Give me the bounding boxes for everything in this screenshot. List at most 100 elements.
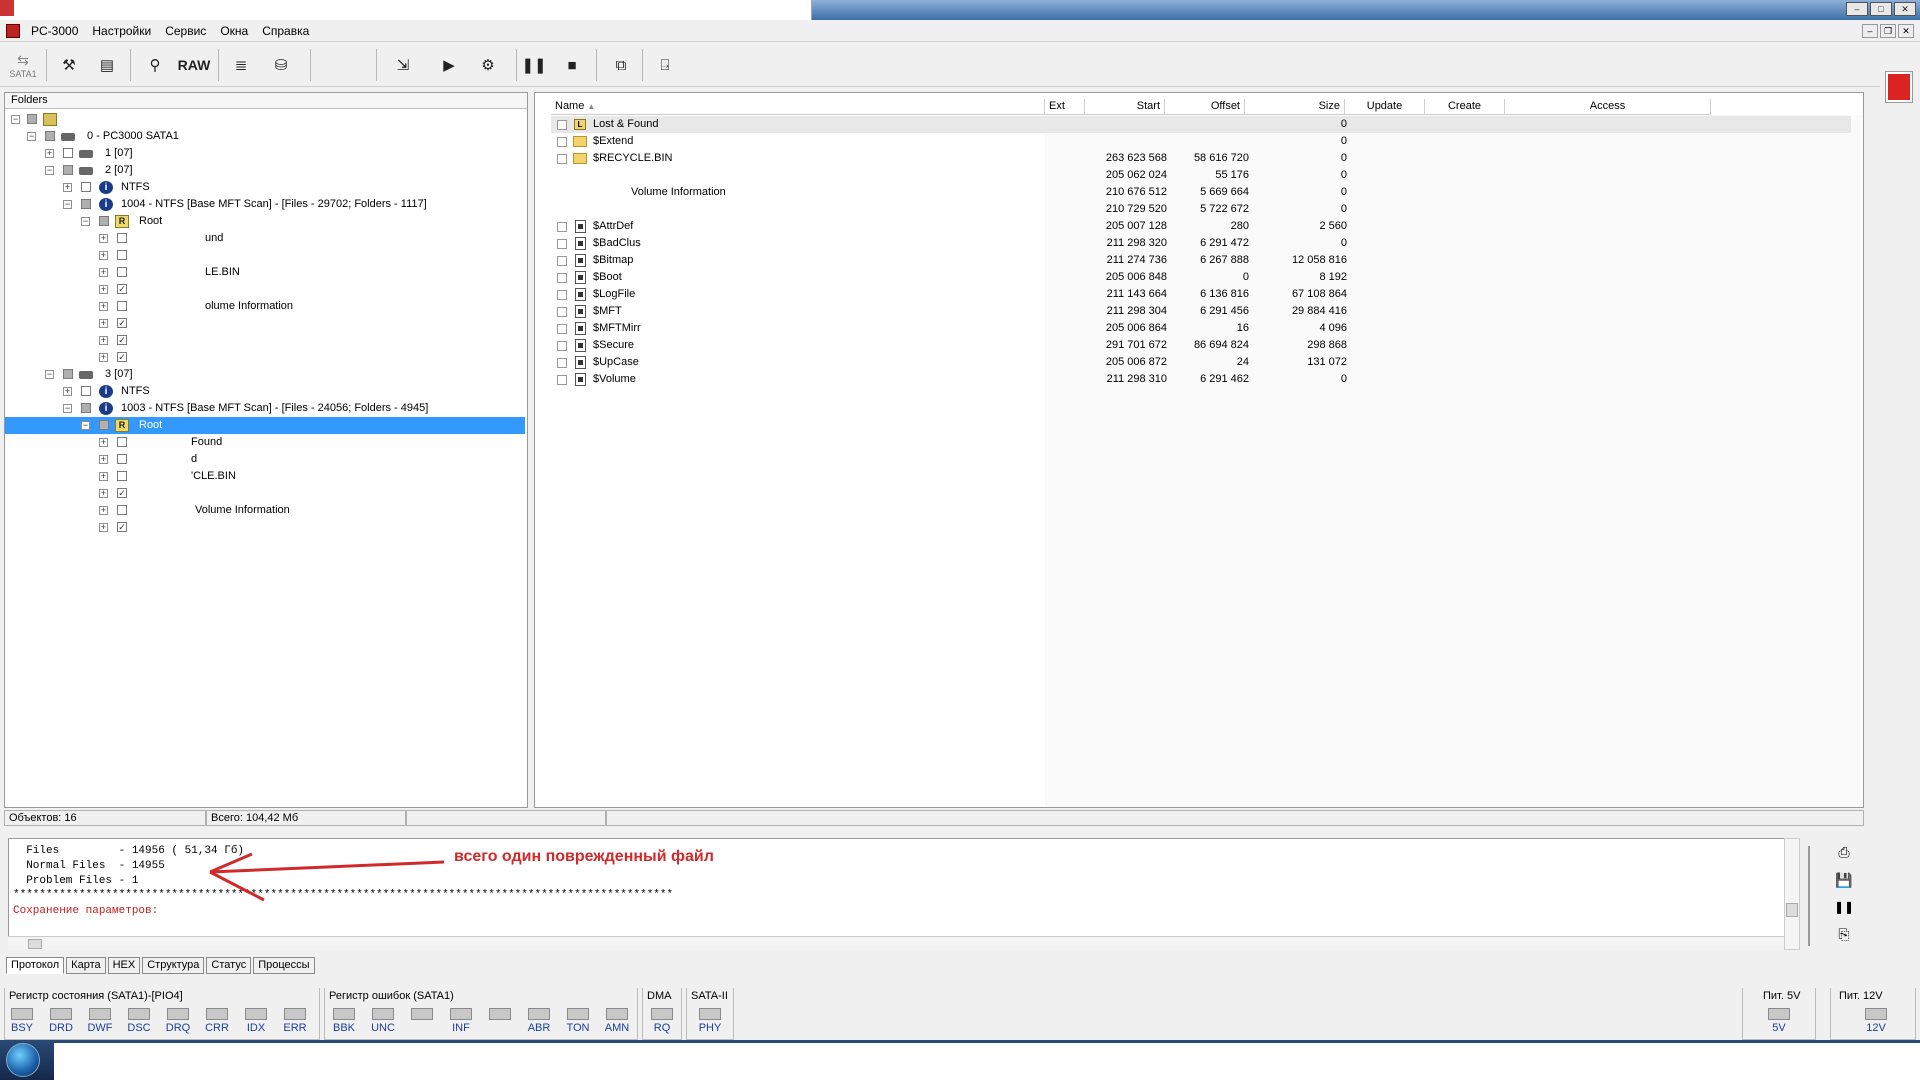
tree-row-item[interactable]: + ✓ xyxy=(5,332,525,349)
collapse-icon[interactable]: − xyxy=(63,404,72,413)
stop-button[interactable]: ■ xyxy=(560,49,584,81)
log-save-icon[interactable]: 💾 xyxy=(1834,872,1854,890)
collapse-icon[interactable]: − xyxy=(63,200,72,209)
row-checkbox[interactable] xyxy=(557,137,567,147)
row-checkbox[interactable] xyxy=(557,273,567,283)
file-row[interactable]: 210 729 520 5 722 672 0 xyxy=(551,201,1851,218)
log-export-icon[interactable]: ⎘ xyxy=(1834,926,1854,944)
row-checkbox[interactable] xyxy=(557,307,567,317)
outer-close-button[interactable]: ✕ xyxy=(1894,2,1916,16)
column-header-update[interactable]: Update xyxy=(1345,99,1425,115)
expand-icon[interactable]: + xyxy=(99,268,108,277)
expand-icon[interactable]: + xyxy=(99,438,108,447)
tree-row-fs[interactable]: + i NTFS xyxy=(5,179,525,196)
scroll-thumb[interactable] xyxy=(1786,903,1798,917)
file-row[interactable]: Volume Information 210 676 512 5 669 664 0 xyxy=(551,184,1851,201)
tree-checkbox[interactable] xyxy=(117,454,127,464)
search-button[interactable]: ⚲ xyxy=(142,49,168,81)
menu-settings[interactable]: Настройки xyxy=(85,24,158,38)
tree-checkbox[interactable]: ✓ xyxy=(117,522,127,532)
tree-row-root[interactable]: − xyxy=(5,111,525,128)
row-checkbox[interactable] xyxy=(557,358,567,368)
expand-icon[interactable]: + xyxy=(99,353,108,362)
tree-checkbox[interactable] xyxy=(117,250,127,260)
tree-checkbox[interactable]: ✓ xyxy=(117,488,127,498)
row-checkbox[interactable] xyxy=(557,256,567,266)
tree-row-root-folder[interactable]: − R Root xyxy=(5,213,525,230)
log-print-icon[interactable]: ⎙ xyxy=(1834,844,1854,862)
export-button[interactable]: ⇲ xyxy=(390,49,416,81)
tree-checkbox[interactable]: ✓ xyxy=(117,284,127,294)
mdi-restore-button[interactable]: ❐ xyxy=(1880,24,1896,38)
scroll-thumb[interactable] xyxy=(28,939,42,949)
collapse-icon[interactable]: − xyxy=(81,421,90,430)
expand-icon[interactable]: + xyxy=(99,319,108,328)
tree-row-item[interactable]: + Volume Information xyxy=(5,502,525,519)
file-row[interactable]: $Extend 0 xyxy=(551,133,1851,150)
tree-checkbox[interactable] xyxy=(117,267,127,277)
menu-windows[interactable]: Окна xyxy=(213,24,255,38)
tree-row-partition[interactable]: − 2 [07] xyxy=(5,162,525,179)
outer-maximize-button[interactable]: □ xyxy=(1870,2,1892,16)
tree-row-root-folder-selected[interactable]: − R Root xyxy=(5,417,525,434)
tree-checkbox[interactable] xyxy=(81,386,91,396)
file-row[interactable]: $UpCase 205 006 872 24 131 072 xyxy=(551,354,1851,371)
expand-icon[interactable]: + xyxy=(99,234,108,243)
play-button[interactable]: ▶ xyxy=(436,49,462,81)
tree-row-scan[interactable]: − i 1004 - NTFS [Base MFT Scan] - [Files… xyxy=(5,196,525,213)
tree-checkbox[interactable] xyxy=(117,505,127,515)
tree-row-item[interactable]: + xyxy=(5,247,525,264)
mdi-minimize-button[interactable]: – xyxy=(1862,24,1878,38)
expand-icon[interactable]: + xyxy=(99,523,108,532)
tree-row-item[interactable]: + LE.BIN xyxy=(5,264,525,281)
tree-checkbox[interactable] xyxy=(81,403,91,413)
tree-checkbox[interactable] xyxy=(99,420,109,430)
row-checkbox[interactable] xyxy=(557,120,567,130)
tree-row-fs[interactable]: + i NTFS xyxy=(5,383,525,400)
tree-checkbox[interactable] xyxy=(117,437,127,447)
tree-checkbox[interactable]: ✓ xyxy=(117,318,127,328)
disk-button[interactable]: ⛁ xyxy=(268,49,294,81)
exit-button[interactable]: ⍈ xyxy=(652,49,678,81)
row-checkbox[interactable] xyxy=(557,222,567,232)
expand-icon[interactable]: + xyxy=(45,149,54,158)
collapse-icon[interactable]: − xyxy=(27,132,36,141)
tools-button[interactable]: ⚒ xyxy=(56,49,82,81)
tree-row-item[interactable]: + olume Information xyxy=(5,298,525,315)
tree-button[interactable]: ⚙ xyxy=(470,49,506,81)
expand-icon[interactable]: + xyxy=(99,302,108,311)
row-checkbox[interactable] xyxy=(557,290,567,300)
file-row[interactable]: $LogFile 211 143 664 6 136 816 67 108 864 xyxy=(551,286,1851,303)
row-checkbox[interactable] xyxy=(557,324,567,334)
collapse-icon[interactable]: − xyxy=(45,370,54,379)
sata-port-button[interactable]: ⇆ SATA1 xyxy=(6,49,40,81)
tab-processes[interactable]: Процессы xyxy=(253,957,315,974)
outer-minimize-button[interactable]: – xyxy=(1846,2,1868,16)
log-horizontal-scrollbar[interactable] xyxy=(8,936,1784,950)
tree-checkbox[interactable]: ✓ xyxy=(117,352,127,362)
file-row[interactable]: $BadClus 211 298 320 6 291 472 0 xyxy=(551,235,1851,252)
menu-service[interactable]: Сервис xyxy=(158,24,213,38)
expand-icon[interactable]: + xyxy=(99,251,108,260)
file-row[interactable]: $Bitmap 211 274 736 6 267 888 12 058 816 xyxy=(551,252,1851,269)
tree-row-item[interactable]: + und xyxy=(5,230,525,247)
column-header-offset[interactable]: Offset xyxy=(1165,99,1245,115)
expand-icon[interactable]: + xyxy=(99,472,108,481)
column-header-access[interactable]: Access xyxy=(1505,99,1711,115)
tree-checkbox[interactable] xyxy=(117,301,127,311)
log-pause-icon[interactable]: ❚❚ xyxy=(1834,900,1854,918)
tab-status[interactable]: Статус xyxy=(206,957,252,974)
tab-protocol[interactable]: Протокол xyxy=(6,957,65,974)
row-checkbox[interactable] xyxy=(557,154,567,164)
column-header-start[interactable]: Start xyxy=(1085,99,1165,115)
mdi-close-button[interactable]: ✕ xyxy=(1898,24,1914,38)
tree-row-item[interactable]: + ✓ xyxy=(5,519,525,536)
file-row[interactable]: L Lost & Found 0 xyxy=(551,116,1851,133)
file-row[interactable]: $Volume 211 298 310 6 291 462 0 xyxy=(551,371,1851,388)
tree-checkbox[interactable] xyxy=(45,131,55,141)
expand-icon[interactable]: + xyxy=(99,455,108,464)
expand-icon[interactable]: + xyxy=(63,387,72,396)
tree-row-item[interactable]: + d xyxy=(5,451,525,468)
file-row[interactable]: $Secure 291 701 672 86 694 824 298 868 xyxy=(551,337,1851,354)
expand-icon[interactable]: + xyxy=(99,336,108,345)
